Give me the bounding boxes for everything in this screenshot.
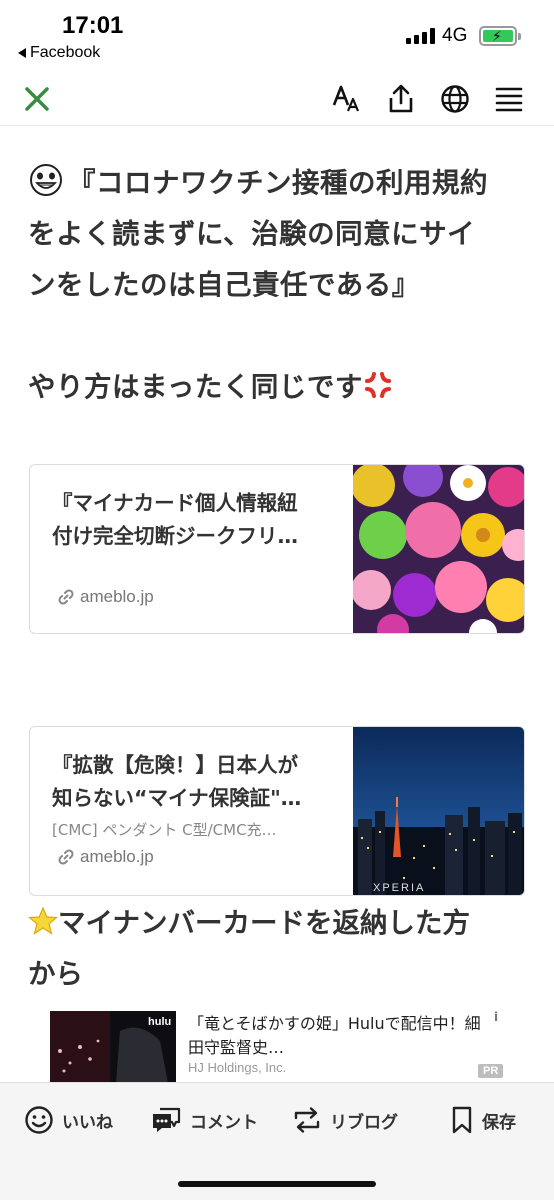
section-heading: マイナンバーカードを返納した方 から bbox=[28, 898, 528, 1000]
language-button[interactable] bbox=[438, 82, 472, 116]
comment-button[interactable]: コメント bbox=[150, 1105, 258, 1135]
bottom-action-bar: いいね コメント リブログ 保存 bbox=[0, 1082, 554, 1200]
card-domain: ameblo.jp bbox=[58, 587, 154, 607]
home-indicator[interactable] bbox=[178, 1181, 376, 1187]
back-to-app-link[interactable]: Facebook bbox=[18, 44, 100, 62]
save-button[interactable]: 保存 bbox=[450, 1105, 516, 1135]
smile-icon bbox=[25, 1106, 53, 1134]
comment-icon bbox=[153, 1107, 181, 1132]
status-bar: 17:01 Facebook 4G ⚡ bbox=[0, 0, 554, 70]
status-time: 17:01 bbox=[62, 12, 124, 39]
bookmark-icon bbox=[452, 1106, 472, 1134]
battery-icon: ⚡ bbox=[479, 26, 521, 46]
signal-icon bbox=[406, 28, 435, 44]
back-triangle-icon bbox=[18, 48, 26, 58]
sub-line: やり方はまったく同じです bbox=[28, 362, 528, 413]
headline-line-1: 『コロナワクチン接種の利用規約 bbox=[28, 158, 528, 209]
sponsored-ad[interactable]: hulu 「竜とそばかすの姫」Huluで配信中！細 田守監督史… HJ Hold… bbox=[0, 1008, 554, 1084]
image-watermark: XPERIA bbox=[373, 882, 425, 894]
link-icon bbox=[58, 589, 74, 605]
card-title: 『拡散【危険！】日本人が 知らない“マイナ保険証"… bbox=[52, 753, 302, 810]
ad-thumbnail: hulu bbox=[50, 1011, 176, 1083]
headline-line-3: ンをしたのは自己責任である』 bbox=[28, 269, 420, 301]
share-icon bbox=[389, 84, 413, 113]
ad-title: 「竜とそばかすの姫」Huluで配信中！細 田守監督史… bbox=[188, 1014, 481, 1057]
ad-thumb-logo: hulu bbox=[148, 1016, 171, 1028]
headline-line-2: をよく読まずに、治験の同意にサイ bbox=[28, 218, 476, 250]
link-icon bbox=[58, 849, 74, 865]
grinning-face-icon bbox=[30, 164, 62, 196]
section-line-1: マイナンバーカードを返納した方 bbox=[28, 898, 528, 949]
article-headline: 『コロナワクチン接種の利用規約 をよく読まずに、治験の同意にサイ ンをしたのは自… bbox=[28, 158, 528, 413]
ad-info-icon[interactable]: i bbox=[494, 1010, 498, 1024]
font-size-button[interactable] bbox=[330, 82, 364, 116]
reblog-icon bbox=[294, 1107, 320, 1133]
globe-icon bbox=[441, 85, 469, 113]
tokyo-night-thumbnail: XPERIA bbox=[353, 727, 524, 895]
reblog-button[interactable]: リブログ bbox=[292, 1105, 398, 1135]
card-domain: ameblo.jp bbox=[58, 847, 154, 867]
card-title: 『マイナカード個人情報紐 付け完全切断ジークフリ… bbox=[52, 491, 298, 548]
menu-button[interactable] bbox=[492, 82, 526, 116]
link-card-1[interactable]: 『マイナカード個人情報紐 付け完全切断ジークフリ… ameblo.jp bbox=[29, 464, 525, 634]
section-line-2: から bbox=[28, 958, 83, 990]
article-body: 『コロナワクチン接種の利用規約 をよく読まずに、治験の同意にサイ ンをしたのは自… bbox=[28, 158, 528, 413]
share-button[interactable] bbox=[384, 82, 418, 116]
menu-icon bbox=[495, 87, 523, 112]
font-size-icon bbox=[332, 85, 360, 112]
anger-symbol-icon bbox=[364, 372, 391, 398]
ad-source: HJ Holdings, Inc. bbox=[188, 1060, 287, 1075]
card-text: 『マイナカード個人情報紐 付け完全切断ジークフリ… bbox=[52, 487, 342, 553]
close-icon bbox=[25, 87, 49, 111]
flowers-thumbnail bbox=[353, 465, 524, 633]
star-icon bbox=[28, 906, 58, 935]
card-subtitle: [CMC] ペンダント C型/CMC充… bbox=[52, 821, 277, 839]
card-text: 『拡散【危険！】日本人が 知らない“マイナ保険証"… [CMC] ペンダント C… bbox=[52, 749, 342, 840]
network-type: 4G bbox=[442, 25, 468, 46]
back-app-label: Facebook bbox=[30, 44, 101, 61]
close-button[interactable] bbox=[20, 82, 54, 116]
ad-pr-badge: PR bbox=[478, 1064, 504, 1078]
browser-toolbar bbox=[0, 74, 554, 126]
like-button[interactable]: いいね bbox=[24, 1105, 113, 1135]
link-card-2[interactable]: 『拡散【危険！】日本人が 知らない“マイナ保険証"… [CMC] ペンダント C… bbox=[29, 726, 525, 896]
